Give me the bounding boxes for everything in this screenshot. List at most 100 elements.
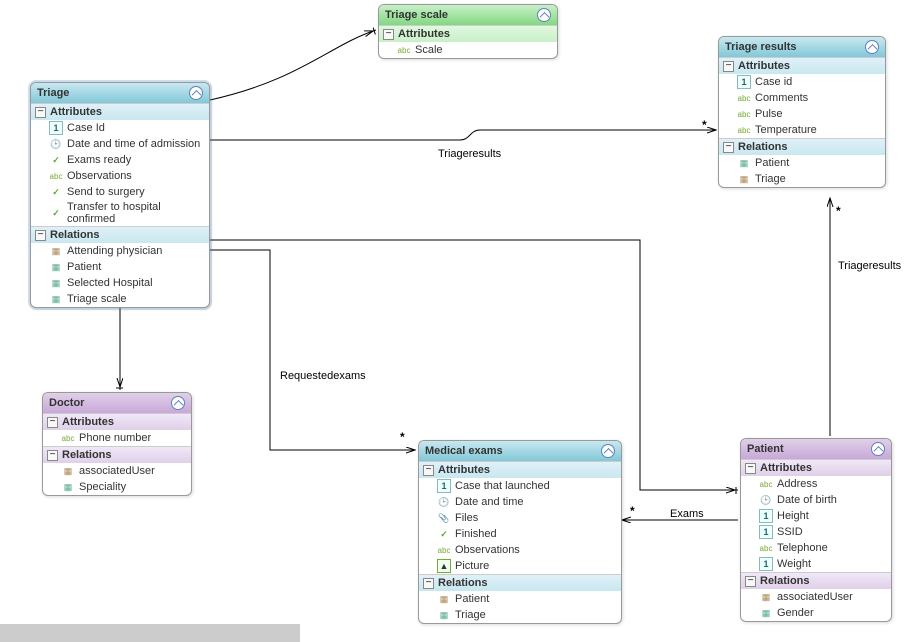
- relation-row[interactable]: ▦Selected Hospital: [31, 275, 209, 291]
- attr-label: Pulse: [755, 108, 783, 120]
- minus-icon[interactable]: −: [35, 230, 46, 241]
- attr-label: Phone number: [79, 432, 151, 444]
- relation-row[interactable]: ▦Triage: [419, 607, 621, 623]
- section-header-attributes[interactable]: − Attributes: [719, 57, 885, 74]
- entity-triage[interactable]: Triage − Attributes 1Case Id 🕒Date and t…: [30, 82, 210, 308]
- section-header-relations[interactable]: − Relations: [419, 574, 621, 591]
- section-header-relations[interactable]: − Relations: [719, 138, 885, 155]
- attribute-row[interactable]: abcTelephone: [741, 540, 891, 556]
- collapse-icon[interactable]: [171, 396, 185, 410]
- minus-icon[interactable]: −: [745, 463, 756, 474]
- entity-triage-scale[interactable]: Triage scale − Attributes abcScale: [378, 4, 558, 59]
- attribute-row[interactable]: abcComments: [719, 90, 885, 106]
- attribute-row[interactable]: abcObservations: [31, 168, 209, 184]
- number-icon: 1: [759, 509, 773, 523]
- section-label: Relations: [50, 229, 100, 241]
- text-icon: abc: [759, 477, 773, 491]
- attribute-row[interactable]: abcObservations: [419, 542, 621, 558]
- attribute-row[interactable]: 1Case that launched: [419, 478, 621, 494]
- attribute-row[interactable]: abcTemperature: [719, 122, 885, 138]
- entity-triage-results-header[interactable]: Triage results: [719, 37, 885, 57]
- section-header-attributes[interactable]: − Attributes: [379, 25, 557, 42]
- rel-label: Triage: [755, 173, 786, 185]
- collapse-icon[interactable]: [871, 442, 885, 456]
- minus-icon[interactable]: −: [47, 417, 58, 428]
- attribute-row[interactable]: abc Address: [741, 476, 891, 492]
- minus-icon[interactable]: −: [35, 107, 46, 118]
- entity-patient[interactable]: Patient − Attributes abc Address 🕒Date of…: [740, 438, 892, 622]
- rel-label: Attending physician: [67, 245, 162, 257]
- relation-row[interactable]: ▦Patient: [31, 259, 209, 275]
- collapse-icon[interactable]: [601, 444, 615, 458]
- attribute-row[interactable]: 1Weight: [741, 556, 891, 572]
- minus-icon[interactable]: −: [745, 576, 756, 587]
- edge-label-triageresults-2: Triageresults: [838, 260, 901, 272]
- section-header-attributes[interactable]: − Attributes: [31, 103, 209, 120]
- attribute-row[interactable]: ✓ Send to surgery: [31, 184, 209, 200]
- section-label: Attributes: [398, 28, 450, 40]
- section-header-relations[interactable]: − Relations: [31, 226, 209, 243]
- attribute-row[interactable]: abcScale: [379, 42, 557, 58]
- rel-label: Triage scale: [67, 293, 127, 305]
- attr-label: Send to surgery: [67, 186, 145, 198]
- relation-row[interactable]: ▦Triage scale: [31, 291, 209, 307]
- attribute-row[interactable]: 1Height: [741, 508, 891, 524]
- relation-row[interactable]: ▦Patient: [419, 591, 621, 607]
- collapse-icon[interactable]: [189, 86, 203, 100]
- attribute-row[interactable]: ▲Picture: [419, 558, 621, 574]
- date-icon: 🕒: [759, 493, 773, 507]
- relation-row[interactable]: ▦Speciality: [43, 479, 191, 495]
- relation-row[interactable]: ▦Attending physician: [31, 243, 209, 259]
- entity-patient-header[interactable]: Patient: [741, 439, 891, 459]
- attribute-row[interactable]: 1SSID: [741, 524, 891, 540]
- minus-icon[interactable]: −: [423, 465, 434, 476]
- section-header-attributes[interactable]: − Attributes: [43, 413, 191, 430]
- relation-row[interactable]: ▦associatedUser: [741, 589, 891, 605]
- section-header-relations[interactable]: − Relations: [43, 446, 191, 463]
- rel-label: Patient: [67, 261, 101, 273]
- minus-icon[interactable]: −: [383, 29, 394, 40]
- collapse-icon[interactable]: [537, 8, 551, 22]
- entity-title: Patient: [747, 443, 784, 455]
- attribute-row[interactable]: abcPulse: [719, 106, 885, 122]
- number-icon: 1: [737, 75, 751, 89]
- attribute-row[interactable]: 🕒Date and time of admission: [31, 136, 209, 152]
- rel-label: associatedUser: [79, 465, 155, 477]
- minus-icon[interactable]: −: [423, 578, 434, 589]
- entity-medical-exams-header[interactable]: Medical exams: [419, 441, 621, 461]
- relation-row[interactable]: ▦Triage: [719, 171, 885, 187]
- section-header-relations[interactable]: − Relations: [741, 572, 891, 589]
- attribute-row[interactable]: 🕒Date of birth: [741, 492, 891, 508]
- check-icon: ✓: [49, 185, 63, 199]
- relation-row[interactable]: ▦Patient: [719, 155, 885, 171]
- attribute-row[interactable]: ✓Finished: [419, 526, 621, 542]
- entity-triage-results[interactable]: Triage results − Attributes 1 Case id abc…: [718, 36, 886, 188]
- minus-icon[interactable]: −: [723, 61, 734, 72]
- minus-icon[interactable]: −: [47, 450, 58, 461]
- attribute-row[interactable]: 📎Files: [419, 510, 621, 526]
- relation-icon: ▦: [61, 464, 75, 478]
- section-header-attributes[interactable]: − Attributes: [419, 461, 621, 478]
- attribute-row[interactable]: ✓Transfer to hospital confirmed: [31, 200, 209, 226]
- relation-row[interactable]: ▦ associatedUser: [43, 463, 191, 479]
- attr-label: Telephone: [777, 542, 828, 554]
- entity-medical-exams[interactable]: Medical exams − Attributes 1Case that la…: [418, 440, 622, 624]
- diagram-canvas[interactable]: Triageresults Requestedexams Exams Triag…: [0, 0, 914, 642]
- attribute-row[interactable]: 1 Case id: [719, 74, 885, 90]
- collapse-icon[interactable]: [865, 40, 879, 54]
- attribute-row[interactable]: abcPhone number: [43, 430, 191, 446]
- entity-triage-header[interactable]: Triage: [31, 83, 209, 103]
- attribute-row[interactable]: 1Case Id: [31, 120, 209, 136]
- minus-icon[interactable]: −: [723, 142, 734, 153]
- section-label: Relations: [62, 449, 112, 461]
- attribute-row[interactable]: 🕒Date and time: [419, 494, 621, 510]
- entity-doctor[interactable]: Doctor − Attributes abcPhone number − Re…: [42, 392, 192, 496]
- section-header-attributes[interactable]: − Attributes: [741, 459, 891, 476]
- attr-label: Case id: [755, 76, 792, 88]
- attribute-row[interactable]: ✓Exams ready: [31, 152, 209, 168]
- rel-label: Speciality: [79, 481, 126, 493]
- entity-doctor-header[interactable]: Doctor: [43, 393, 191, 413]
- attr-label: Address: [777, 478, 817, 490]
- relation-row[interactable]: ▦Gender: [741, 605, 891, 621]
- entity-triage-scale-header[interactable]: Triage scale: [379, 5, 557, 25]
